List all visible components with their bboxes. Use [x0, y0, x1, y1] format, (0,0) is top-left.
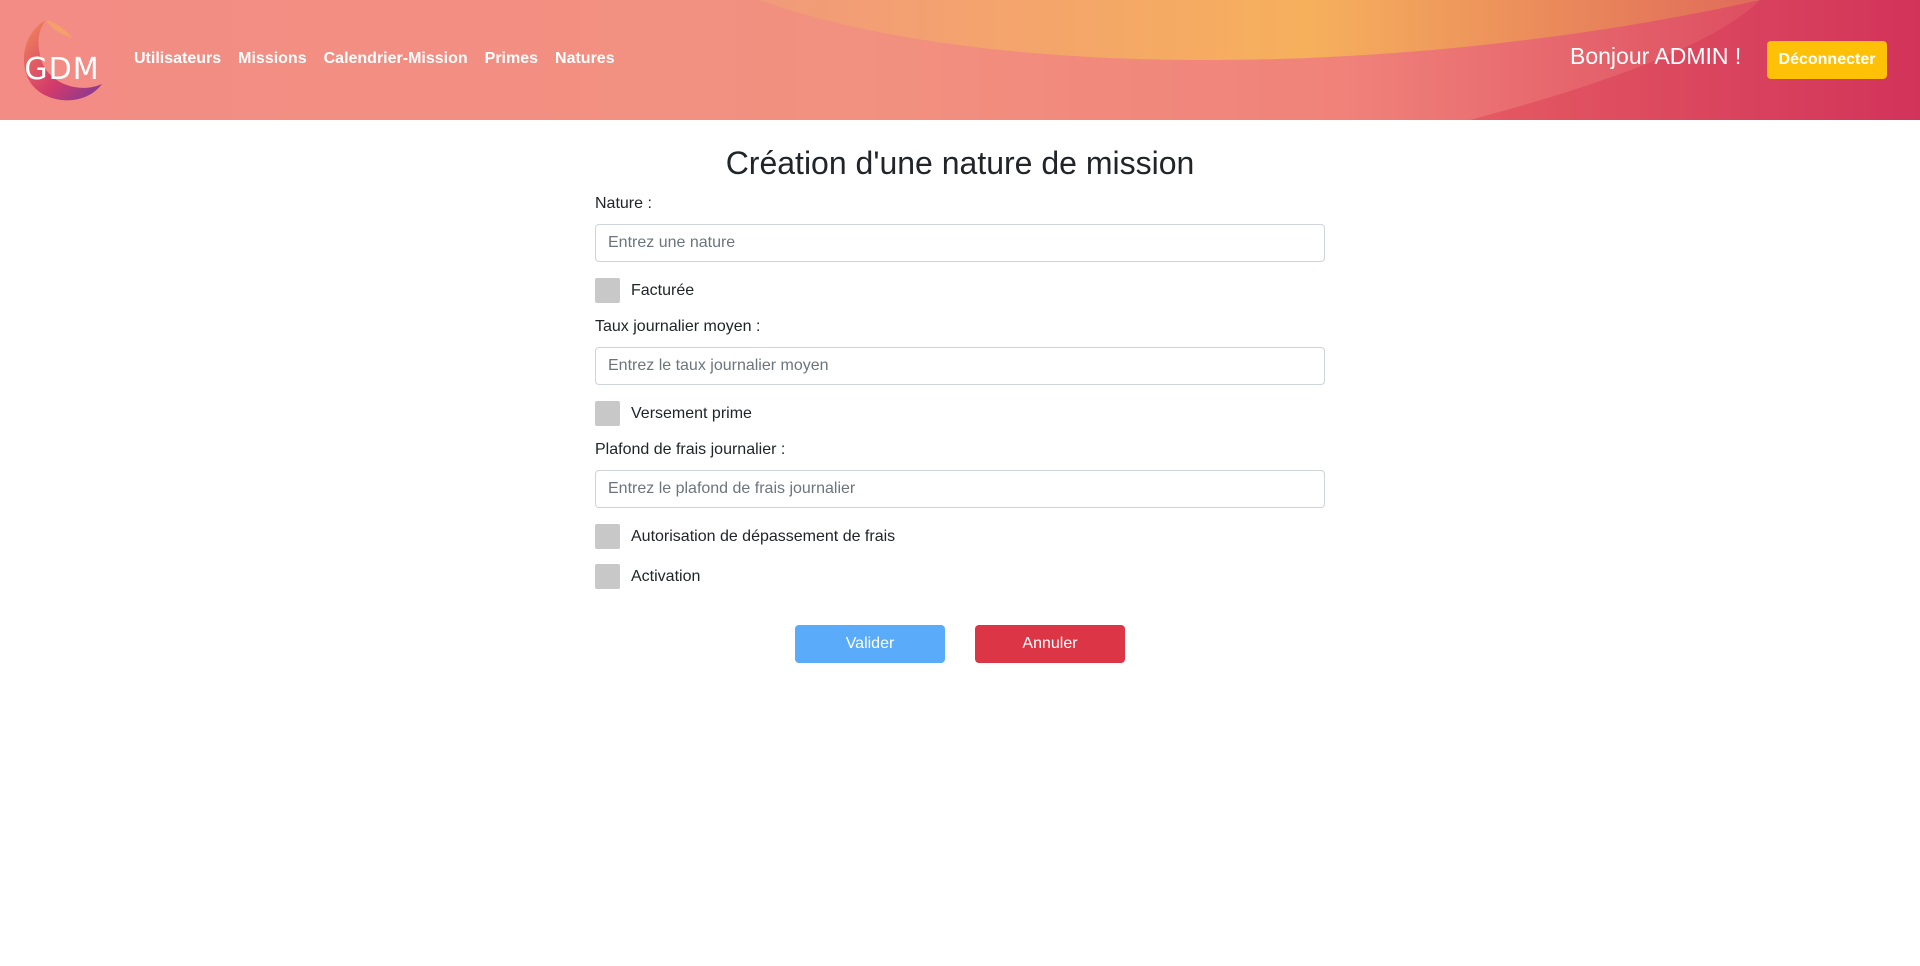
versement-prime-label: Versement prime — [631, 404, 752, 422]
activation-checkbox[interactable] — [595, 564, 620, 589]
taux-label: Taux journalier moyen : — [595, 318, 761, 335]
versement-row: Versement prime — [595, 401, 1325, 426]
plafond-label: Plafond de frais journalier : — [595, 441, 786, 458]
facturee-label: Facturée — [631, 281, 695, 299]
page-title: Création d'une nature de mission — [725, 145, 1195, 181]
nature-input[interactable] — [595, 224, 1325, 262]
nav-calendrier-mission[interactable]: Calendrier-Mission — [324, 50, 468, 68]
greeting-text: Bonjour ADMIN ! — [1570, 43, 1742, 69]
plafond-input[interactable] — [595, 470, 1325, 508]
logout-button[interactable]: Déconnecter — [1767, 41, 1887, 79]
facturee-row: Facturée — [595, 278, 1325, 303]
nav-natures[interactable]: Natures — [555, 50, 615, 68]
versement-prime-checkbox[interactable] — [595, 401, 620, 426]
autorisation-checkbox[interactable] — [595, 524, 620, 549]
annuler-button[interactable]: Annuler — [975, 625, 1125, 663]
form-actions: Valider Annuler — [795, 625, 1125, 663]
nature-label: Nature : — [595, 195, 652, 212]
header: GDM Utilisateurs Missions Calendrier-Mis… — [0, 0, 1920, 120]
autorisation-row: Autorisation de dépassement de frais — [595, 524, 1325, 549]
autorisation-label: Autorisation de dépassement de frais — [631, 527, 896, 545]
main-nav: Utilisateurs Missions Calendrier-Mission… — [134, 50, 632, 68]
valider-button[interactable]: Valider — [795, 625, 945, 663]
activation-label: Activation — [631, 567, 701, 585]
taux-input[interactable] — [595, 347, 1325, 385]
activation-row: Activation — [595, 564, 1325, 589]
nav-utilisateurs[interactable]: Utilisateurs — [134, 50, 221, 68]
nav-primes[interactable]: Primes — [485, 50, 538, 68]
nav-missions[interactable]: Missions — [238, 50, 306, 68]
facturee-checkbox[interactable] — [595, 278, 620, 303]
logo-text: GDM — [24, 52, 100, 87]
nature-form: Nature : Facturée Taux journalier moyen … — [595, 194, 1325, 589]
